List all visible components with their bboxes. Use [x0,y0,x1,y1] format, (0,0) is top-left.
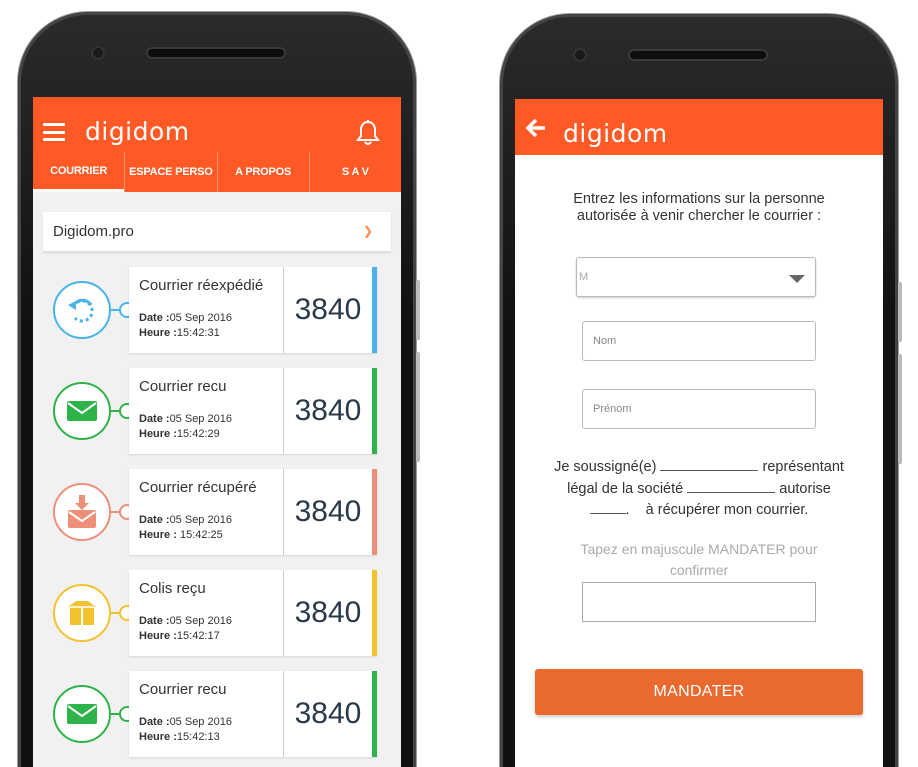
mail-title: Colis reçu [139,580,206,597]
mail-card: Courrier recu Date :05 Sep 2016 Heure :1… [129,671,377,757]
mail-number: 3840 [294,293,362,326]
package-icon [53,584,111,642]
app-logo: digidom [85,117,190,146]
mail-meta: Date :05 Sep 2016 Heure :15:42:29 [139,413,232,440]
list-item[interactable]: Courrier recu Date :05 Sep 2016 Heure :1… [43,368,391,456]
redirect-icon [53,281,111,339]
mandate-declaration: Je soussigné(e) représentant légal de la… [554,459,844,518]
last-name-field[interactable]: Nom [582,321,816,361]
tab-a-propos[interactable]: A PROPOS [216,152,309,192]
mail-title: Courrier recu [139,378,227,395]
first-name-field[interactable]: Prénom [582,389,816,429]
list-item[interactable]: Courrier réexpédié Date :05 Sep 2016 Heu… [43,267,391,355]
envelope-icon [53,685,111,743]
status-stripe [372,469,377,555]
mail-title: Courrier réexpédié [139,277,264,294]
status-stripe [372,671,377,757]
mail-meta: Date :05 Sep 2016 Heure :15:42:17 [139,615,232,642]
mandatee-blank [589,513,626,514]
civility-select-value: M [579,271,589,283]
list-item[interactable]: Courrier récupéré Date :05 Sep 2016 Heur… [43,469,391,557]
pickup-icon [53,483,111,541]
envelope-icon [53,382,111,440]
earpiece-speaker [146,47,286,59]
mail-number: 3840 [294,495,362,528]
mail-meta: Date :05 Sep 2016 Heure :15:42:13 [139,716,232,743]
last-name-placeholder: Nom [593,335,617,347]
chevron-down-icon: ❯ [362,224,373,238]
mail-card: Courrier réexpédié Date :05 Sep 2016 Heu… [129,267,377,353]
status-stripe [372,267,377,353]
mail-number: 3840 [294,596,362,629]
power-button [898,354,902,464]
earpiece-speaker [628,49,768,61]
mail-number: 3840 [294,697,362,730]
back-arrow-icon[interactable] [525,117,547,139]
list-item[interactable]: Courrier recu Date :05 Sep 2016 Heure :1… [43,671,391,759]
front-camera [91,46,105,60]
bell-icon[interactable] [355,119,381,147]
app-logo: digidom [563,119,668,148]
first-name-placeholder: Prénom [593,403,632,415]
mail-title: Courrier recu [139,681,227,698]
volume-button [416,280,420,340]
tab-sav[interactable]: S A V [308,152,401,192]
left-screen: digidom COURRIER ESPACE PERSO A PROPOS S… [33,97,401,767]
mail-card: Colis reçu Date :05 Sep 2016 Heure :15:4… [129,570,377,656]
volume-button [898,282,902,342]
hamburger-menu-icon[interactable] [43,123,65,141]
left-phone: digidom COURRIER ESPACE PERSO A PROPOS S… [18,12,420,767]
civility-select[interactable]: M [576,257,816,297]
right-phone: digidom Entrez les informations sur la p… [500,14,902,767]
dropdown-arrow-icon [789,275,805,283]
mail-list: Courrier réexpédié Date :05 Sep 2016 Heu… [43,267,391,767]
app-header: digidom [515,99,883,155]
company-name-blank [687,491,776,493]
confirm-hint: Tapez en majuscule MANDATER pour confirm… [580,541,818,578]
front-camera [573,48,587,62]
tab-courrier[interactable]: COURRIER [33,152,125,192]
form-intro: Entrez les informations sur la personne … [573,191,825,224]
mail-card: Courrier récupéré Date :05 Sep 2016 Heur… [129,469,377,555]
mail-meta: Date :05 Sep 2016 Heure :15:42:31 [139,312,232,339]
list-item[interactable]: Colis reçu Date :05 Sep 2016 Heure :15:4… [43,570,391,658]
tab-bar: COURRIER ESPACE PERSO A PROPOS S A V [33,152,401,192]
mail-card: Courrier recu Date :05 Sep 2016 Heure :1… [129,368,377,454]
confirm-input[interactable] [582,582,816,622]
right-screen: digidom Entrez les informations sur la p… [515,99,883,767]
power-button [416,352,420,462]
account-selector-value: Digidom.pro [53,223,134,240]
app-header: digidom COURRIER ESPACE PERSO A PROPOS S… [33,97,401,192]
status-stripe [372,570,377,656]
mandater-button[interactable]: MANDATER [535,669,863,715]
mail-meta: Date :05 Sep 2016 Heure : 15:42:25 [139,514,232,541]
signatory-name-blank [660,470,759,471]
tab-espace-perso[interactable]: ESPACE PERSO [124,152,216,192]
status-stripe [372,368,377,454]
mail-title: Courrier récupéré [139,479,257,496]
mail-number: 3840 [294,394,362,427]
account-selector[interactable]: Digidom.pro ❯ [43,212,391,252]
